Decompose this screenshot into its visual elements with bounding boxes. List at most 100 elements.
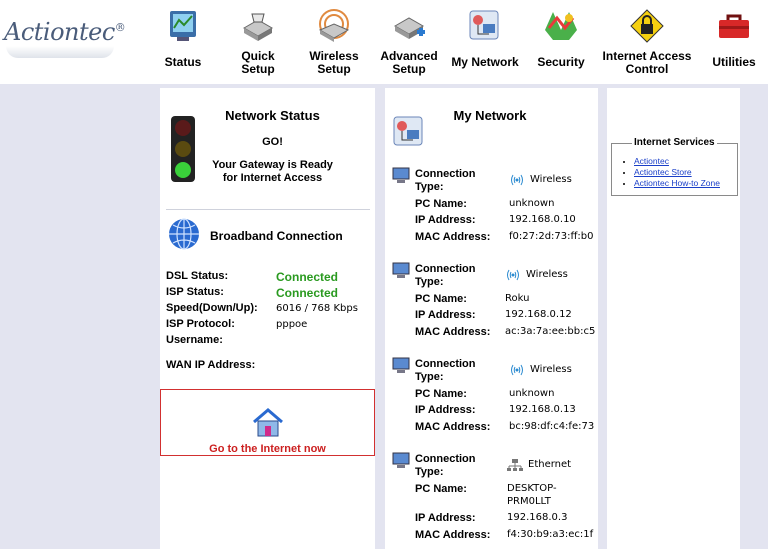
go-to-internet-link[interactable]: Go to the Internet now bbox=[161, 443, 374, 455]
lock-sign-icon bbox=[630, 9, 664, 43]
connection-type-label: Connection Type: bbox=[415, 168, 476, 193]
actiontec-howto-link[interactable]: Actiontec How-to Zone bbox=[634, 178, 720, 188]
actiontec-store-link[interactable]: Actiontec Store bbox=[634, 167, 692, 177]
ip-address-label: IP Address: bbox=[415, 512, 476, 524]
quick-setup-icon bbox=[242, 13, 274, 41]
nav-quick-label1: Quick bbox=[241, 49, 275, 63]
username-label: Username: bbox=[166, 334, 223, 346]
connection-type-value: Wireless bbox=[526, 269, 568, 280]
actiontec-logo[interactable]: Actiontec® bbox=[4, 16, 126, 62]
wireless-icon bbox=[507, 269, 519, 281]
pc-name-label: PC Name: bbox=[415, 293, 467, 305]
nav-security[interactable]: Security bbox=[534, 0, 588, 84]
pc-name-label: PC Name: bbox=[415, 388, 467, 400]
nav-iac-label1: Internet Access bbox=[602, 49, 692, 63]
go-to-internet-box[interactable]: Go to the Internet now bbox=[160, 389, 375, 456]
internet-services-list: Actiontec Actiontec Store Actiontec How-… bbox=[622, 156, 720, 189]
list-item: Actiontec bbox=[634, 156, 720, 167]
network-status-panel: Network Status GO! Your Gateway is Ready… bbox=[160, 88, 375, 549]
isp-status-label: ISP Status: bbox=[166, 286, 224, 298]
mac-address-label: MAC Address: bbox=[415, 326, 491, 338]
nav-status-label: Status bbox=[164, 55, 202, 69]
pc-name-value: DESKTOP- bbox=[507, 483, 557, 494]
broadband-title: Broadband Connection bbox=[210, 229, 343, 243]
isp-protocol-value: pppoe bbox=[276, 319, 308, 330]
connection-type-value: Wireless bbox=[530, 364, 572, 375]
internet-services-legend: Internet Services bbox=[632, 137, 717, 148]
traffic-light-icon bbox=[171, 116, 195, 182]
speed-value: 6016 / 768 Kbps bbox=[276, 303, 358, 314]
wireless-icon bbox=[511, 364, 523, 376]
nav-wireless-label1: Wireless bbox=[309, 49, 359, 63]
house-icon bbox=[253, 408, 283, 437]
connection-type-value: Ethernet bbox=[528, 459, 572, 470]
wan-ip-label: WAN IP Address: bbox=[166, 359, 256, 371]
nav-utilities-label: Utilities bbox=[712, 55, 756, 69]
computer-icon bbox=[392, 167, 410, 183]
speed-label: Speed(Down/Up): bbox=[166, 302, 258, 314]
logo-swoosh bbox=[6, 46, 114, 58]
logo-text: Actiontec® bbox=[4, 18, 126, 46]
security-icon bbox=[545, 12, 577, 40]
connection-type-label: Connection Type: bbox=[415, 453, 476, 478]
nav-my-network[interactable]: My Network bbox=[448, 0, 522, 84]
nav-wireless-setup[interactable]: Wireless Setup bbox=[306, 0, 362, 84]
computer-icon bbox=[392, 452, 410, 468]
wireless-setup-icon bbox=[318, 9, 350, 42]
pc-name-value: unknown bbox=[509, 388, 555, 399]
advanced-setup-icon bbox=[393, 17, 425, 39]
network-status-title: Network Status bbox=[225, 108, 320, 123]
nav-advanced-setup[interactable]: Advanced Setup bbox=[380, 0, 438, 84]
isp-protocol-label: ISP Protocol: bbox=[166, 318, 235, 330]
internet-services-box: Internet Services Actiontec Actiontec St… bbox=[611, 137, 738, 196]
computer-icon bbox=[392, 262, 410, 278]
nav-iac-label2: Control bbox=[625, 62, 669, 76]
connection-type-label: Connection Type: bbox=[415, 263, 476, 288]
mac-address-label: MAC Address: bbox=[415, 529, 491, 541]
pc-name-label: PC Name: bbox=[415, 198, 467, 210]
ethernet-icon bbox=[507, 459, 523, 471]
pc-name-label: PC Name: bbox=[415, 483, 467, 495]
nav-my-network-label: My Network bbox=[451, 55, 519, 69]
my-network-icon bbox=[469, 10, 499, 40]
nav-utilities[interactable]: Utilities bbox=[706, 0, 762, 84]
nav-security-label: Security bbox=[537, 55, 585, 69]
pc-name-value: Roku bbox=[505, 293, 530, 304]
status-monitor-icon bbox=[170, 11, 196, 41]
nav-quick-setup[interactable]: Quick Setup bbox=[234, 0, 282, 84]
mac-address-value: ac:3a:7a:ee:bb:c5 bbox=[505, 326, 596, 337]
nav-status[interactable]: Status bbox=[160, 0, 206, 84]
gateway-ready-line1: Your Gateway is Ready bbox=[212, 159, 333, 171]
ip-address-value: 192.168.0.10 bbox=[509, 214, 576, 225]
list-item: Actiontec Store bbox=[634, 167, 720, 178]
connection-type-label: Connection Type: bbox=[415, 358, 476, 383]
top-bar: Actiontec® Status Quick Setup Wireless Set… bbox=[0, 0, 768, 84]
mac-address-label: MAC Address: bbox=[415, 421, 491, 433]
nav-advanced-label1: Advanced bbox=[380, 49, 438, 63]
computer-icon bbox=[392, 357, 410, 373]
wireless-icon bbox=[511, 174, 523, 186]
my-network-panel-icon bbox=[393, 116, 423, 146]
gateway-ready-line2: for Internet Access bbox=[222, 172, 323, 184]
ip-address-value: 192.168.0.12 bbox=[505, 309, 572, 320]
nav-advanced-label2: Setup bbox=[392, 62, 426, 76]
actiontec-link[interactable]: Actiontec bbox=[634, 156, 669, 166]
pc-name-value-line2: PRM0LLT bbox=[507, 496, 551, 507]
isp-status-value: Connected bbox=[276, 286, 339, 300]
toolbox-icon bbox=[719, 14, 749, 38]
ip-address-value: 192.168.0.3 bbox=[507, 512, 568, 523]
connection-type-value: Wireless bbox=[530, 174, 572, 185]
dsl-status-value: Connected bbox=[276, 270, 339, 284]
mac-address-value: bc:98:df:c4:fe:73 bbox=[509, 421, 595, 432]
go-status: GO! bbox=[262, 136, 283, 148]
ip-address-label: IP Address: bbox=[415, 404, 476, 416]
my-network-title: My Network bbox=[453, 108, 527, 123]
ip-address-label: IP Address: bbox=[415, 309, 476, 321]
divider bbox=[166, 209, 370, 210]
ip-address-label: IP Address: bbox=[415, 214, 476, 226]
list-item: Actiontec How-to Zone bbox=[634, 178, 720, 189]
mac-address-value: f4:30:b9:a3:ec:1f bbox=[507, 529, 594, 540]
mac-address-value: f0:27:2d:73:ff:b0 bbox=[509, 231, 594, 242]
nav-internet-access-control[interactable]: Internet Access Control bbox=[598, 0, 696, 84]
dsl-status-label: DSL Status: bbox=[166, 270, 229, 282]
